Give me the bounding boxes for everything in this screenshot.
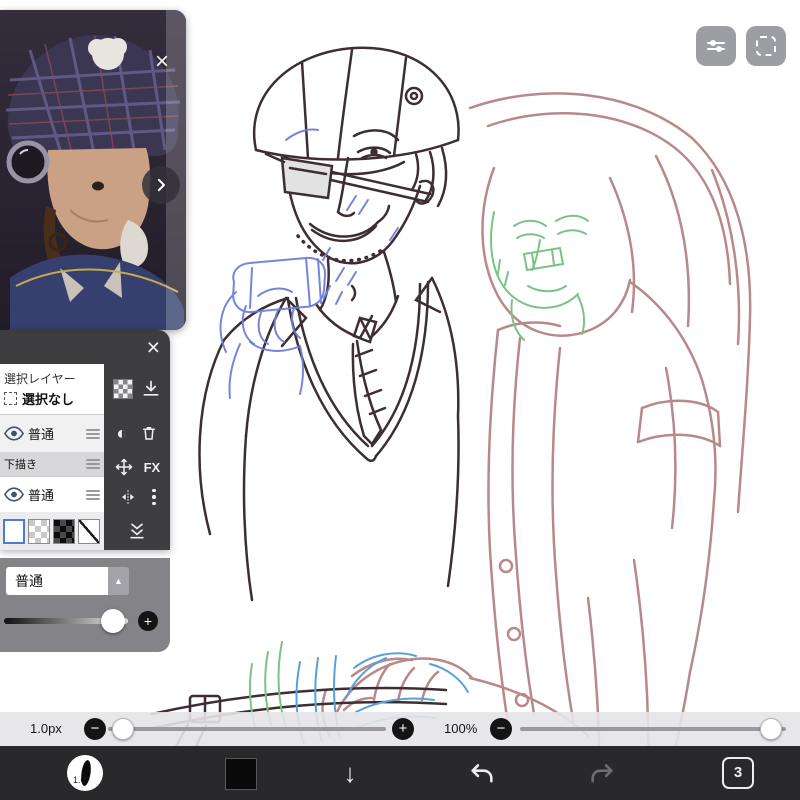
dropdown-up-icon[interactable]: ▲: [108, 567, 129, 595]
selection-dashed-icon: [4, 392, 17, 405]
opacity-plus-button[interactable]: +: [138, 611, 158, 631]
brush-size-badge: 1.0: [73, 775, 86, 785]
fx-button[interactable]: FX: [144, 460, 161, 475]
bottom-slider-strip: 1.0px − + 100% −: [0, 712, 800, 746]
layer-options-panel: 普通 ▲ +: [0, 558, 170, 652]
drag-handle-icon[interactable]: [86, 489, 100, 500]
current-color-swatch[interactable]: [225, 758, 257, 790]
paint-app-window: × × 選択レイヤー 選択なし 普通 下描き 普通 ◐ FX 普通 ▲ + 1.…: [0, 0, 800, 800]
layer-row-1[interactable]: 普通: [0, 414, 104, 452]
zoom-slider-knob[interactable]: [760, 718, 782, 740]
selection-none-label: 選択なし: [22, 392, 75, 407]
brush-tool-button[interactable]: 1.0: [67, 755, 103, 791]
swatch-diagonal[interactable]: [78, 518, 101, 544]
visibility-eye-icon[interactable]: [4, 426, 24, 441]
brush-size-minus-button[interactable]: −: [84, 718, 106, 740]
bottom-toolbar: 1.0 ↓ 3: [0, 746, 800, 800]
visibility-eye-icon[interactable]: [4, 487, 24, 502]
close-icon[interactable]: ×: [147, 333, 160, 361]
brush-size-value: 1.0px: [30, 721, 62, 736]
selection-layer-info: 選択レイヤー 選択なし: [0, 364, 104, 414]
trash-icon[interactable]: [140, 423, 158, 443]
swatch-white[interactable]: [3, 518, 26, 544]
swatch-checker-dark[interactable]: [53, 518, 76, 544]
flip-horizontal-icon[interactable]: [118, 488, 138, 506]
undo-icon[interactable]: [468, 759, 496, 787]
layer-blend-label: 普通: [28, 427, 55, 442]
move-icon[interactable]: [114, 457, 134, 477]
layers-panel-button[interactable]: 3: [722, 757, 754, 789]
opacity-slider-knob[interactable]: [101, 609, 125, 633]
more-menu-icon[interactable]: [152, 488, 156, 506]
chevron-right-icon[interactable]: [142, 166, 180, 204]
layer-panel-header: ×: [0, 330, 170, 364]
contrast-icon[interactable]: ◐: [116, 424, 127, 442]
tool-property-button[interactable]: [696, 26, 736, 66]
transparency-checker-icon[interactable]: [112, 379, 133, 399]
layer-group-row[interactable]: 下描き: [0, 452, 104, 476]
close-icon[interactable]: ×: [148, 48, 176, 76]
brush-size-slider-knob[interactable]: [112, 718, 134, 740]
sketch-dark-character: [148, 46, 460, 800]
brush-size-slider-track[interactable]: [108, 727, 386, 731]
zoom-slider-track[interactable]: [520, 727, 786, 731]
sliders-toggle-icon: [707, 40, 725, 52]
selection-layer-title: 選択レイヤー: [4, 372, 76, 386]
merge-down-icon[interactable]: [127, 521, 147, 541]
selection-tool-button[interactable]: [746, 26, 786, 66]
brush-size-plus-button[interactable]: +: [392, 718, 414, 740]
dashed-selection-icon: [756, 36, 776, 56]
drag-handle-icon[interactable]: [86, 428, 100, 439]
brush-tip-preview-icon: [81, 760, 91, 786]
layer-panel: × 選択レイヤー 選択なし 普通 下描き 普通 ◐ FX: [0, 330, 170, 550]
import-download-icon[interactable]: [141, 379, 161, 399]
sketch-rose-character: [321, 92, 752, 800]
layer-blend-label: 普通: [28, 488, 55, 503]
blend-mode-select[interactable]: 普通: [6, 567, 108, 595]
zoom-value: 100%: [444, 721, 478, 736]
layer-count-badge: 3: [733, 764, 743, 781]
layer-row-2[interactable]: 普通: [0, 476, 104, 512]
zoom-minus-button[interactable]: −: [490, 718, 512, 740]
redo-icon[interactable]: [588, 759, 616, 787]
reference-image-panel[interactable]: ×: [0, 10, 186, 330]
swatch-row: [0, 512, 104, 550]
down-arrow-button[interactable]: ↓: [330, 746, 370, 800]
swatch-checker-light[interactable]: [28, 518, 51, 544]
layer-group-label: 下描き: [4, 459, 37, 471]
drag-handle-icon[interactable]: [86, 459, 100, 469]
